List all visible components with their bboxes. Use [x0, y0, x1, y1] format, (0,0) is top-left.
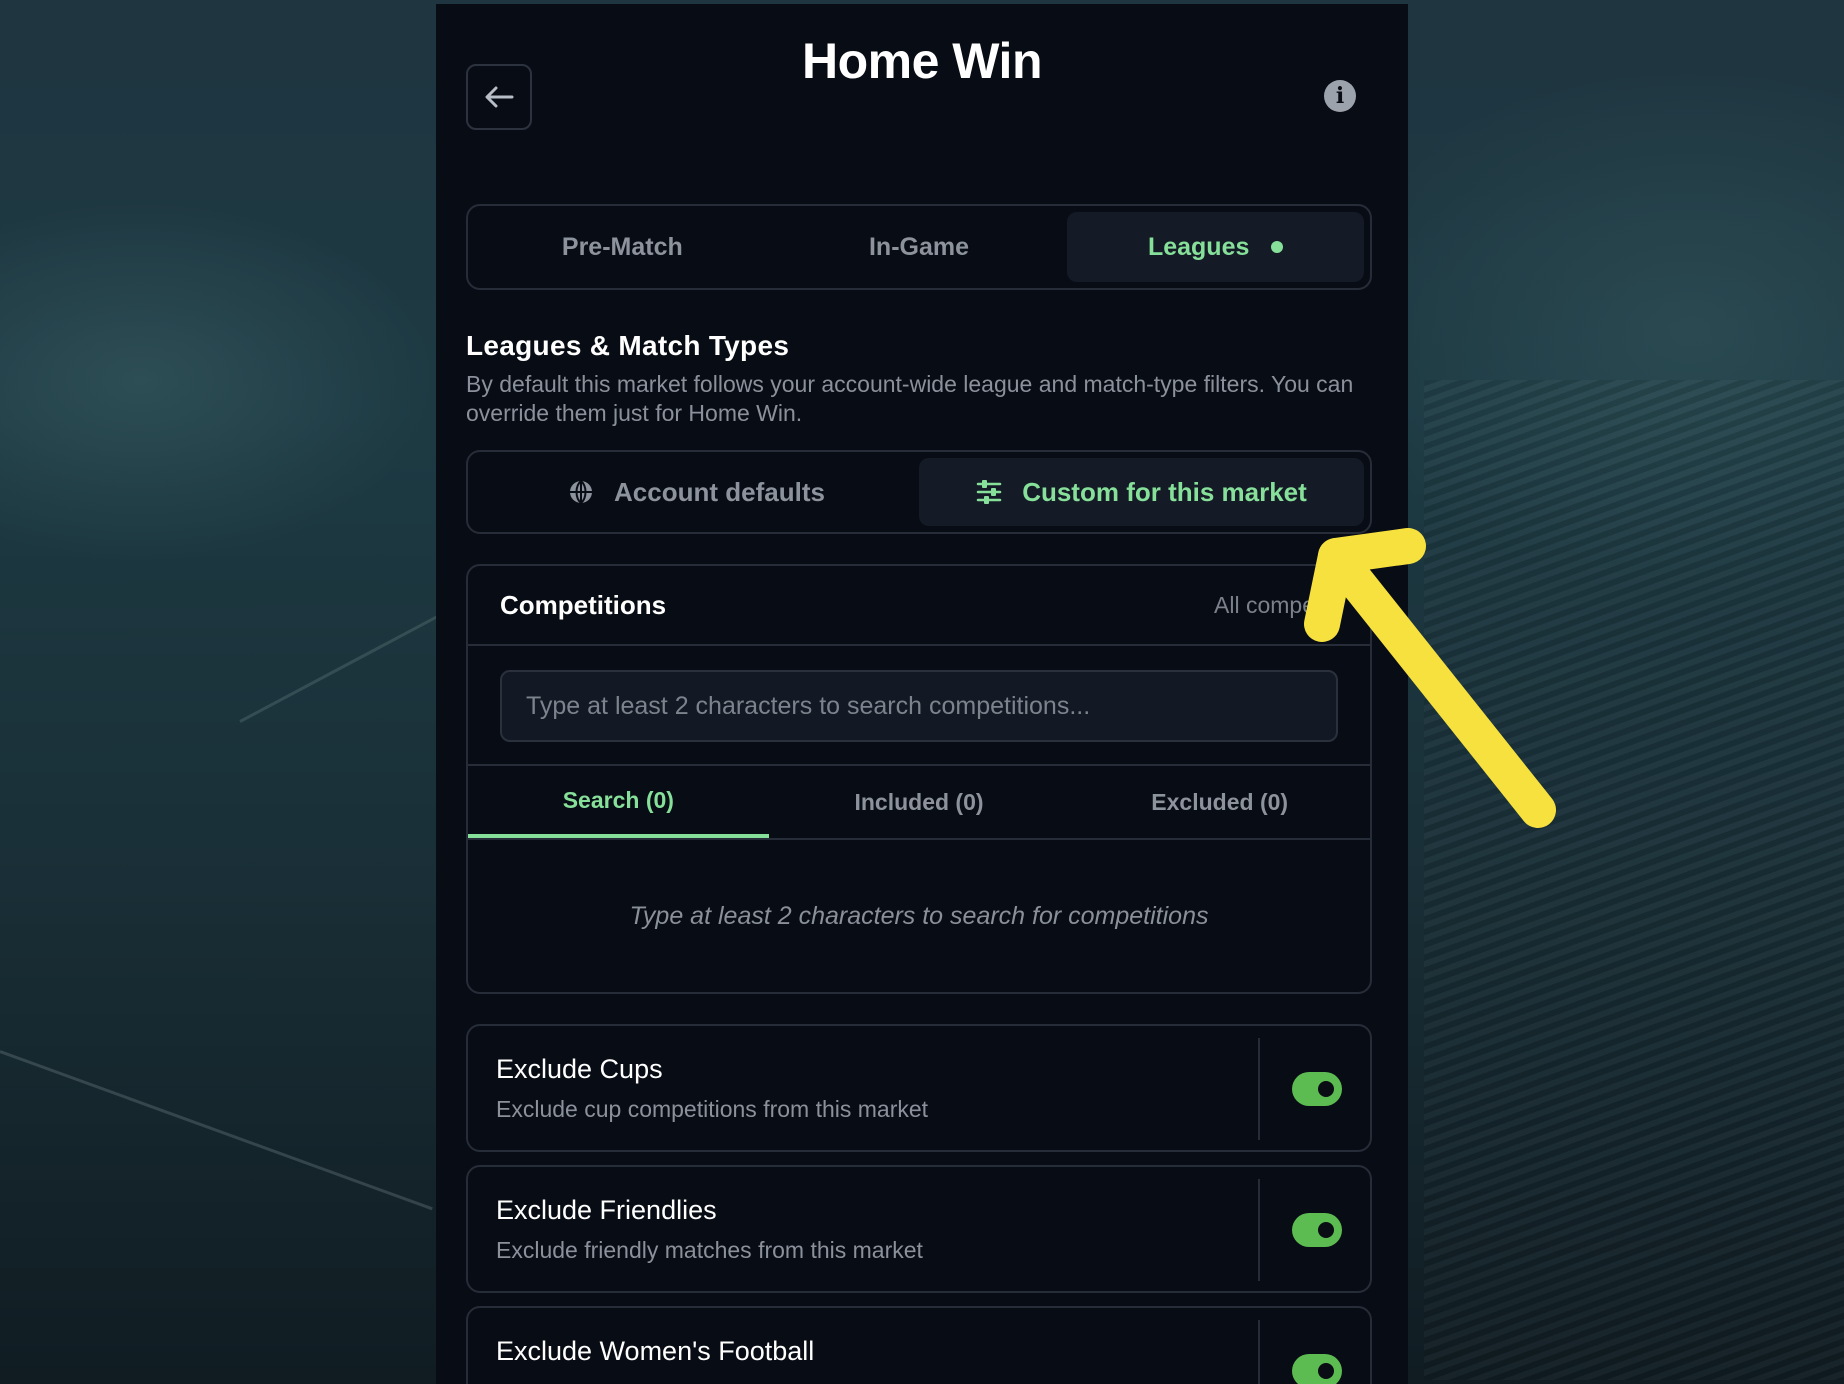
- exclude-cups-toggle[interactable]: [1292, 1072, 1342, 1106]
- account-defaults-option[interactable]: Account defaults: [474, 458, 919, 526]
- exclude-womens-football-toggle[interactable]: [1292, 1354, 1342, 1384]
- competitions-card: Competitions All competiti Search (0) In…: [466, 564, 1372, 994]
- filter-mode-toggle: Account defaults Custom for this market: [466, 450, 1372, 534]
- toggle-title: Exclude Women's Football: [496, 1336, 815, 1366]
- competition-search-input[interactable]: [500, 670, 1338, 742]
- option-label: Account defaults: [614, 476, 825, 507]
- exclude-cups-row: Exclude Cups Exclude cup competitions fr…: [466, 1024, 1372, 1152]
- sliders-icon: [976, 480, 1002, 504]
- competitions-title: Competitions: [500, 589, 667, 620]
- tab-leagues[interactable]: Leagues: [1067, 212, 1365, 282]
- page-title: Home Win: [802, 33, 1043, 89]
- toggle-title: Exclude Friendlies: [496, 1195, 717, 1225]
- toggle-title: Exclude Cups: [496, 1054, 663, 1084]
- competitions-summary: All competiti: [1214, 591, 1338, 618]
- competition-tabs: Search (0) Included (0) Excluded (0): [468, 766, 1370, 840]
- globe-icon: [570, 480, 593, 504]
- info-icon[interactable]: i: [1324, 80, 1356, 112]
- tab-label: Pre-Match: [561, 232, 683, 261]
- tab-label: Leagues: [1147, 232, 1250, 261]
- tab-included[interactable]: Included (0): [769, 766, 1070, 838]
- section-title: Leagues & Match Types: [466, 330, 790, 361]
- tab-label: In-Game: [868, 232, 970, 261]
- toggle-description: Exclude friendly matches from this marke…: [496, 1237, 923, 1263]
- tab-search[interactable]: Search (0): [468, 766, 769, 838]
- search-area: [468, 646, 1370, 766]
- divider: [1258, 1179, 1260, 1281]
- tab-pre-match[interactable]: Pre-Match: [474, 212, 771, 282]
- exclude-friendlies-row: Exclude Friendlies Exclude friendly matc…: [466, 1165, 1372, 1293]
- custom-market-option[interactable]: Custom for this market: [919, 458, 1364, 526]
- settings-panel: Home Win i Pre-Match In-Game Leagues Lea…: [436, 4, 1408, 1384]
- section-description: By default this market follows your acco…: [466, 371, 1354, 426]
- empty-state-message: Type at least 2 characters to search for…: [629, 902, 1209, 930]
- divider: [1258, 1320, 1260, 1384]
- toggle-description: Exclude cup competitions from this marke…: [496, 1096, 929, 1122]
- tab-in-game[interactable]: In-Game: [771, 212, 1068, 282]
- competitions-header: Competitions All competiti: [468, 566, 1370, 646]
- option-label: Custom for this market: [1022, 476, 1307, 507]
- exclude-friendlies-toggle[interactable]: [1292, 1213, 1342, 1247]
- divider: [1258, 1038, 1260, 1140]
- active-dot-icon: [1271, 241, 1284, 253]
- main-tabs: Pre-Match In-Game Leagues: [466, 204, 1372, 290]
- tab-excluded[interactable]: Excluded (0): [1069, 766, 1370, 838]
- exclude-womens-football-row: Exclude Women's Football: [466, 1306, 1372, 1384]
